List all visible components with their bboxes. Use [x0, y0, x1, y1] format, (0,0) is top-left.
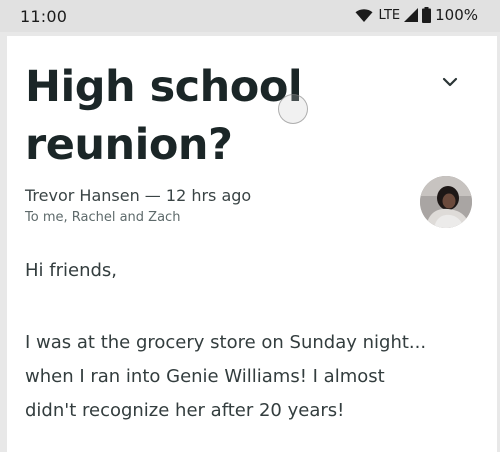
email-card: High school reunion? Trevor Hansen — 12 …	[7, 36, 497, 452]
touch-indicator	[278, 94, 308, 124]
sender-line: Trevor Hansen — 12 hrs ago	[25, 186, 252, 205]
status-time: 11:00	[20, 7, 68, 26]
battery-percent: 100%	[435, 6, 478, 24]
expand-button[interactable]	[439, 70, 461, 92]
wifi-icon	[355, 8, 373, 23]
status-icons: LTE 100%	[355, 6, 478, 24]
email-body: I was at the grocery store on Sunday nig…	[25, 332, 427, 421]
status-bar: 11:00 LTE 100%	[0, 0, 500, 32]
battery-icon	[422, 7, 432, 23]
network-type-label: LTE	[378, 7, 401, 23]
avatar[interactable]	[420, 176, 472, 228]
chevron-down-icon	[442, 72, 458, 91]
recipients-line: To me, Rachel and Zach	[25, 210, 181, 225]
email-greeting: Hi friends,	[25, 260, 118, 281]
signal-icon	[404, 8, 419, 22]
